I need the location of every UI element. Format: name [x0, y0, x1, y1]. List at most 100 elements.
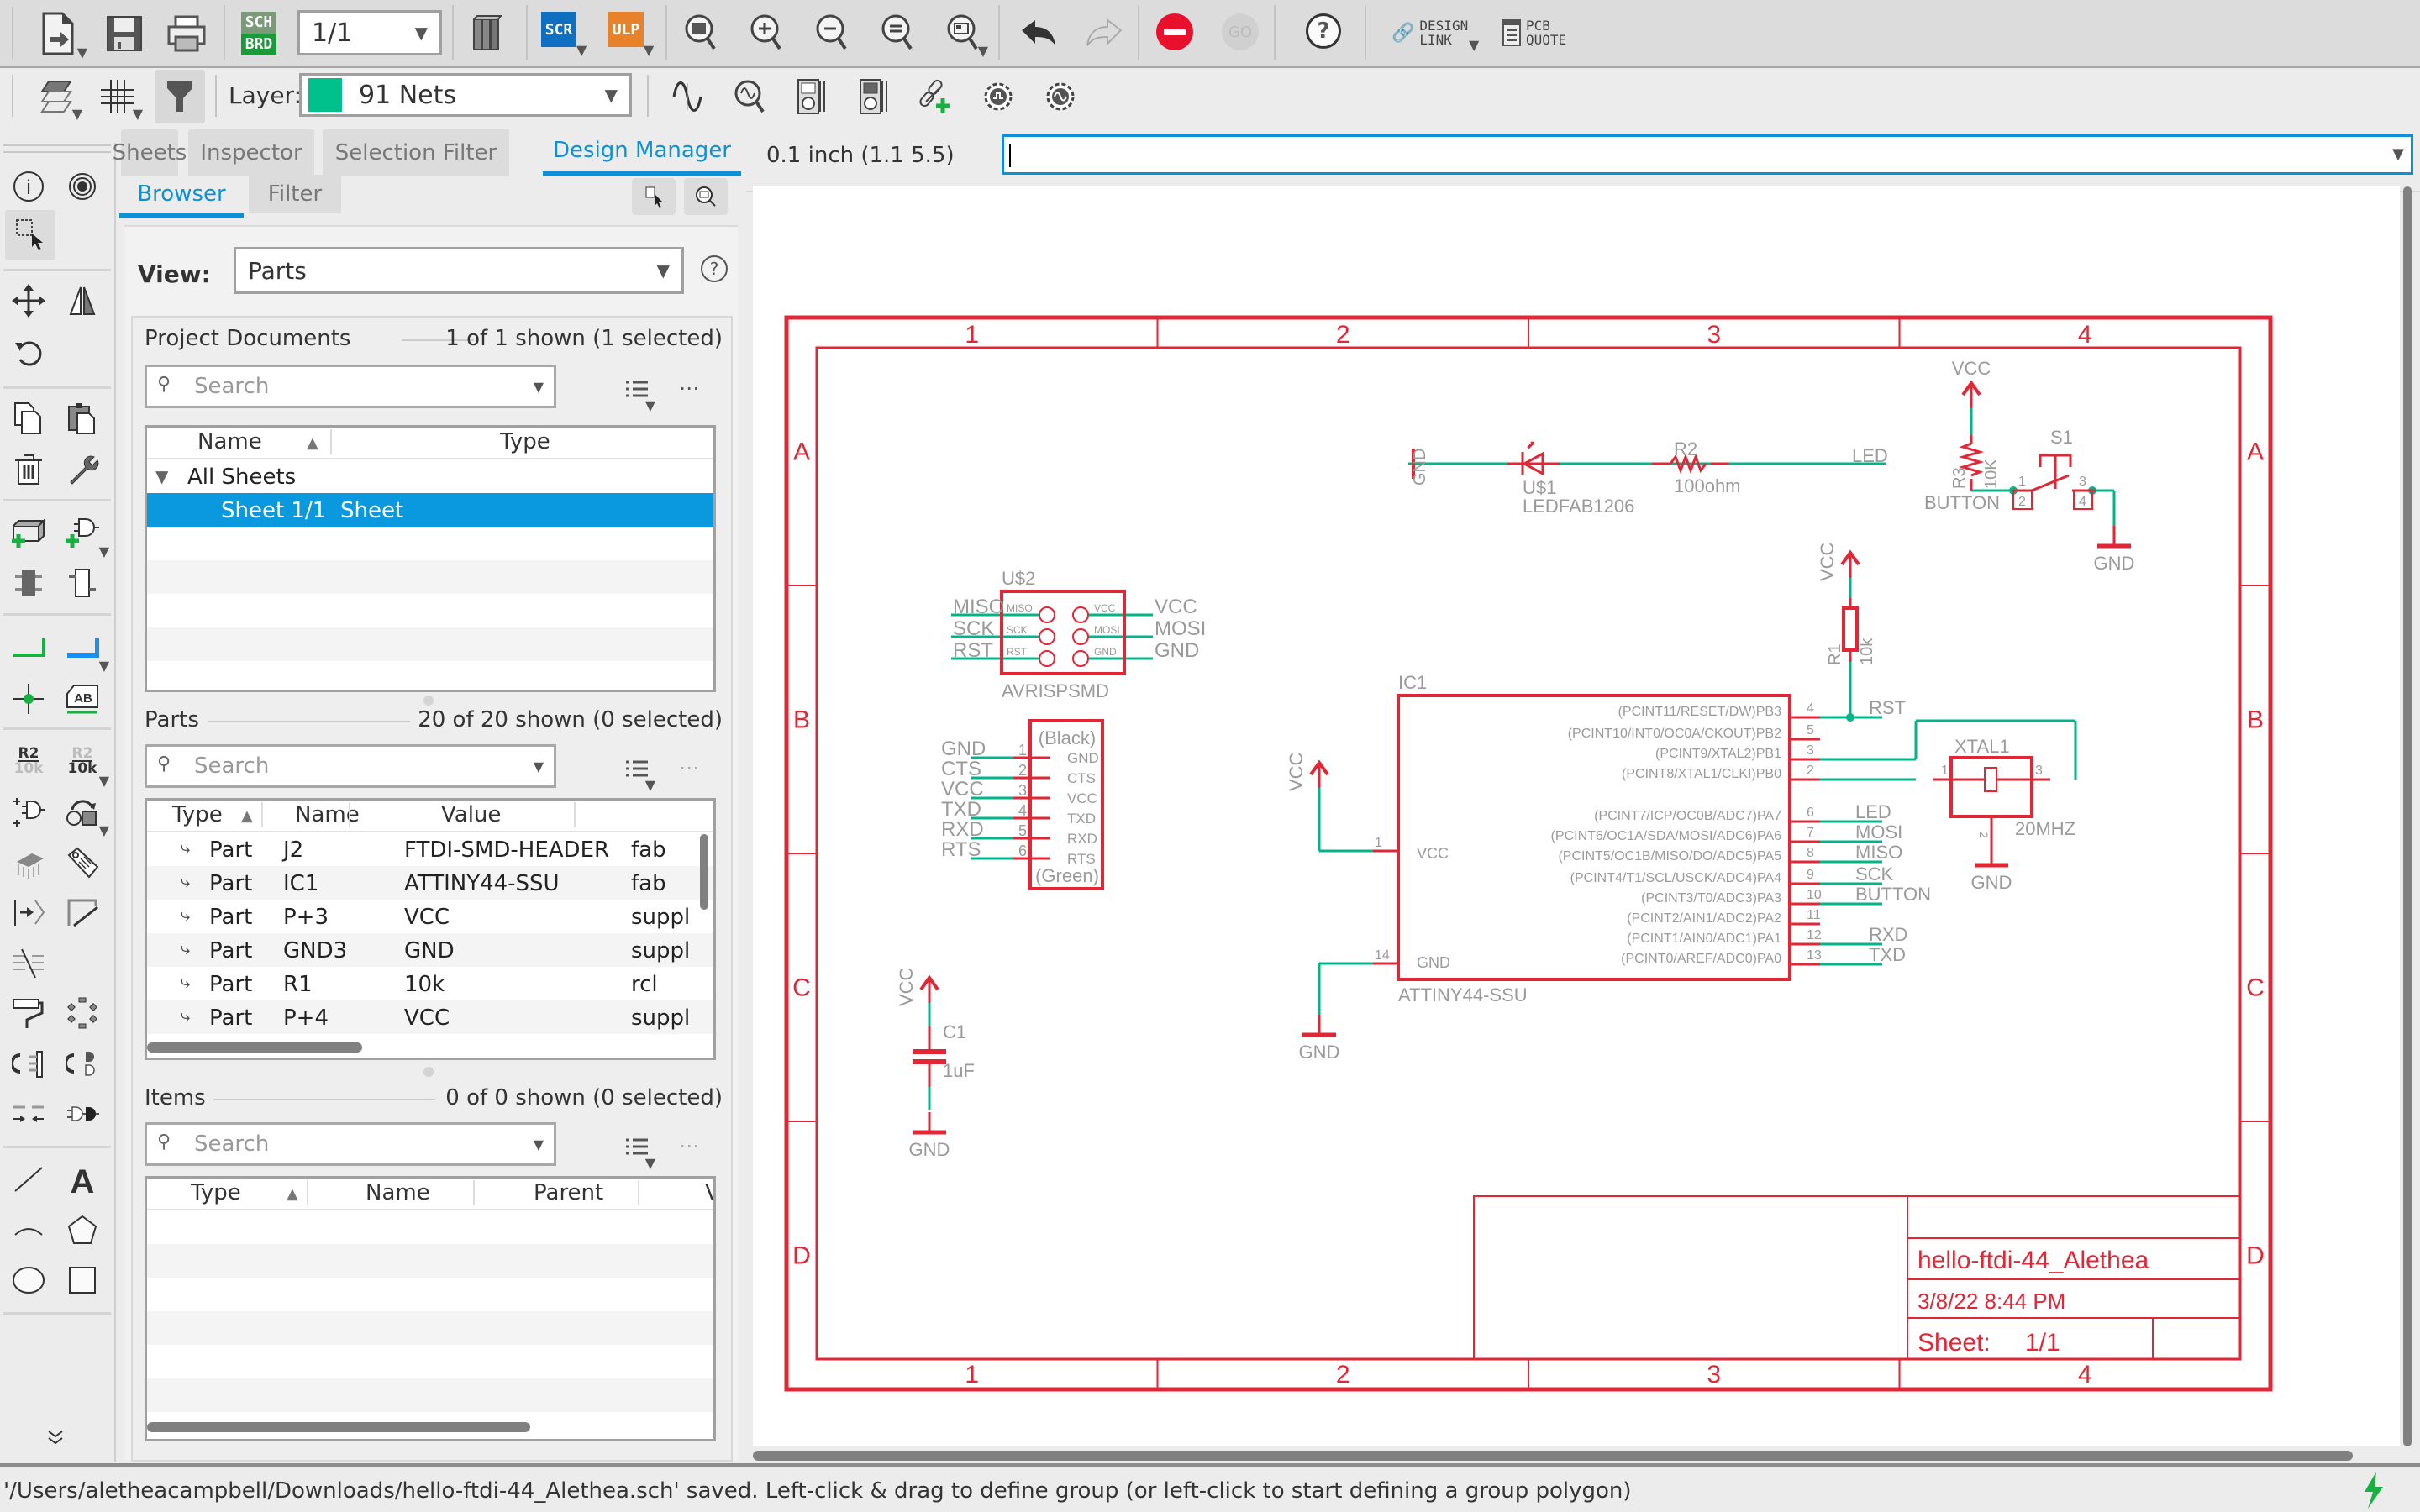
wire-icon[interactable] — [5, 623, 52, 670]
sheet-selector[interactable]: 1/1 ▼ — [297, 10, 442, 55]
vertical-scrollbar[interactable] — [2403, 186, 2412, 1446]
replace-icon[interactable] — [5, 559, 52, 606]
splitter-handle[interactable] — [424, 696, 434, 706]
schematic-drawing[interactable]: 11223344A AB BC CD Dhello-ftdi-44_Alethea3/8… — [753, 186, 2400, 1446]
subtab-browser[interactable]: Browser — [119, 175, 244, 218]
tab-selection-filter[interactable]: Selection Filter — [323, 129, 509, 176]
list-options-icon[interactable]: ▼ — [618, 751, 655, 793]
column-type[interactable]: Type — [172, 802, 223, 827]
palette-grip[interactable] — [3, 151, 111, 153]
link-add-icon[interactable] — [913, 75, 960, 118]
column-divider[interactable] — [330, 429, 332, 454]
go-icon[interactable]: GO — [1222, 13, 1259, 50]
package-icon[interactable] — [5, 838, 52, 885]
schematic-canvas[interactable]: 1 1 2 2 3 3 4 4 A A B B C C D Dhello-ftdi-44_Alethea 3/8… — [753, 186, 2400, 1446]
text-icon[interactable]: A — [59, 1156, 106, 1203]
column-divider[interactable] — [638, 1180, 639, 1205]
split-icon[interactable] — [59, 889, 106, 936]
move-icon[interactable] — [5, 277, 52, 324]
show-icon[interactable] — [59, 163, 106, 210]
bus-icon[interactable]: ▼ — [59, 623, 109, 674]
invoke-icon[interactable] — [5, 788, 52, 835]
palette-grip[interactable] — [3, 144, 111, 146]
command-input[interactable]: ▼ — [1002, 134, 2413, 175]
junction-icon[interactable] — [5, 675, 52, 722]
column-type[interactable]: Type — [500, 429, 550, 454]
paste-icon[interactable] — [59, 395, 106, 442]
meter-ac-icon[interactable] — [850, 75, 897, 118]
meter-icon[interactable] — [788, 75, 835, 118]
gear-sim-icon[interactable] — [975, 75, 1022, 118]
expand-icon[interactable]: ▼ — [155, 466, 168, 486]
script-icon[interactable]: SCR — [541, 12, 576, 47]
library-icon[interactable] — [471, 12, 504, 54]
grid-icon[interactable]: ▼ — [92, 71, 143, 122]
zoom-select-icon[interactable]: ▼ — [941, 10, 988, 59]
tree-group-row[interactable]: ▼ All Sheets — [147, 459, 713, 493]
more-icon[interactable]: ⋯ — [671, 1127, 708, 1164]
column-divider[interactable] — [349, 802, 350, 827]
sch-brd-switch-icon[interactable]: SCH BRD — [240, 10, 277, 57]
arc-icon[interactable] — [5, 1206, 52, 1253]
design-link-button[interactable]: 🔗 DESIGN LINK ▼ — [1392, 13, 1484, 53]
print-icon[interactable] — [161, 8, 212, 59]
zoom-redraw-icon[interactable] — [876, 10, 919, 55]
table-row[interactable]: ⤷ Part GND3 GND suppl — [147, 933, 713, 967]
swap-pins-icon[interactable] — [5, 1040, 52, 1087]
rectangle-icon[interactable] — [59, 1257, 106, 1304]
list-options-icon[interactable]: ▼ — [618, 371, 655, 413]
table-row[interactable]: ⤷ Part R1 10k rcl — [147, 967, 713, 1000]
group-select-icon[interactable] — [5, 210, 55, 260]
help-icon[interactable]: ? — [1306, 13, 1341, 49]
add-part-icon[interactable] — [5, 509, 52, 556]
value-icon[interactable]: R2 10k ▼ — [59, 738, 109, 788]
table-row[interactable]: ⤷ Part P+3 VCC suppl — [147, 900, 713, 933]
swap-gates-icon[interactable] — [59, 1040, 106, 1087]
help-icon[interactable]: ? — [701, 255, 728, 282]
rotate-icon[interactable] — [5, 329, 52, 376]
add-gate-icon[interactable]: ▼ — [59, 509, 109, 559]
simulate-icon[interactable] — [664, 75, 711, 118]
paint-roller-icon[interactable] — [5, 990, 52, 1037]
more-icon[interactable]: ⋯ — [671, 749, 708, 786]
pcb-quote-button[interactable]: PCB QUOTE — [1502, 13, 1586, 52]
copy-icon[interactable] — [5, 395, 52, 442]
ulp-icon[interactable]: ULP — [608, 12, 644, 47]
circle-icon[interactable] — [5, 1257, 52, 1304]
gear-ac-icon[interactable] — [1037, 75, 1084, 118]
more-icon[interactable]: ⋯ — [671, 370, 708, 407]
delete-icon[interactable] — [5, 445, 52, 492]
gateswap-icon[interactable] — [5, 889, 52, 936]
name-icon[interactable]: R2 10k — [5, 738, 52, 785]
column-parent[interactable]: Parent — [534, 1180, 603, 1205]
redo-icon[interactable] — [1081, 13, 1128, 52]
stop-icon[interactable] — [1156, 13, 1193, 50]
splitter-handle[interactable] — [424, 1067, 434, 1077]
list-options-icon[interactable]: ▼ — [618, 1129, 655, 1171]
optimize-icon[interactable] — [59, 990, 106, 1037]
mirror-icon[interactable] — [59, 277, 106, 324]
wrench-icon[interactable] — [59, 445, 106, 492]
horizontal-scrollbar[interactable] — [147, 1042, 362, 1053]
tab-sheets[interactable]: Sheets — [113, 129, 187, 176]
undo-icon[interactable] — [1015, 13, 1062, 52]
polygon-icon[interactable] — [59, 1206, 106, 1253]
attribute-icon[interactable] — [59, 838, 106, 885]
zoom-to-selection-button[interactable] — [684, 178, 728, 215]
save-icon[interactable] — [99, 8, 150, 59]
column-value[interactable]: Value — [441, 802, 501, 827]
table-row[interactable]: ⤷ Part P+4 VCC suppl — [147, 1000, 713, 1034]
column-value[interactable]: V — [705, 1180, 713, 1205]
table-row[interactable]: Sheet 1/1 Sheet — [147, 493, 713, 527]
connect-icon[interactable] — [5, 1090, 52, 1137]
open-icon[interactable]: ▼ — [34, 8, 87, 60]
toolbar-grip[interactable] — [12, 7, 13, 59]
label-icon[interactable]: AB — [59, 675, 106, 722]
column-divider[interactable] — [574, 802, 576, 827]
items-search[interactable]: ⚲ Search ▼ — [145, 1122, 556, 1166]
column-divider[interactable] — [473, 1180, 475, 1205]
column-divider[interactable] — [261, 802, 263, 827]
column-name[interactable]: Name — [366, 1180, 430, 1205]
probe-icon[interactable] — [726, 75, 773, 118]
attach-gate-icon[interactable] — [59, 1090, 106, 1137]
